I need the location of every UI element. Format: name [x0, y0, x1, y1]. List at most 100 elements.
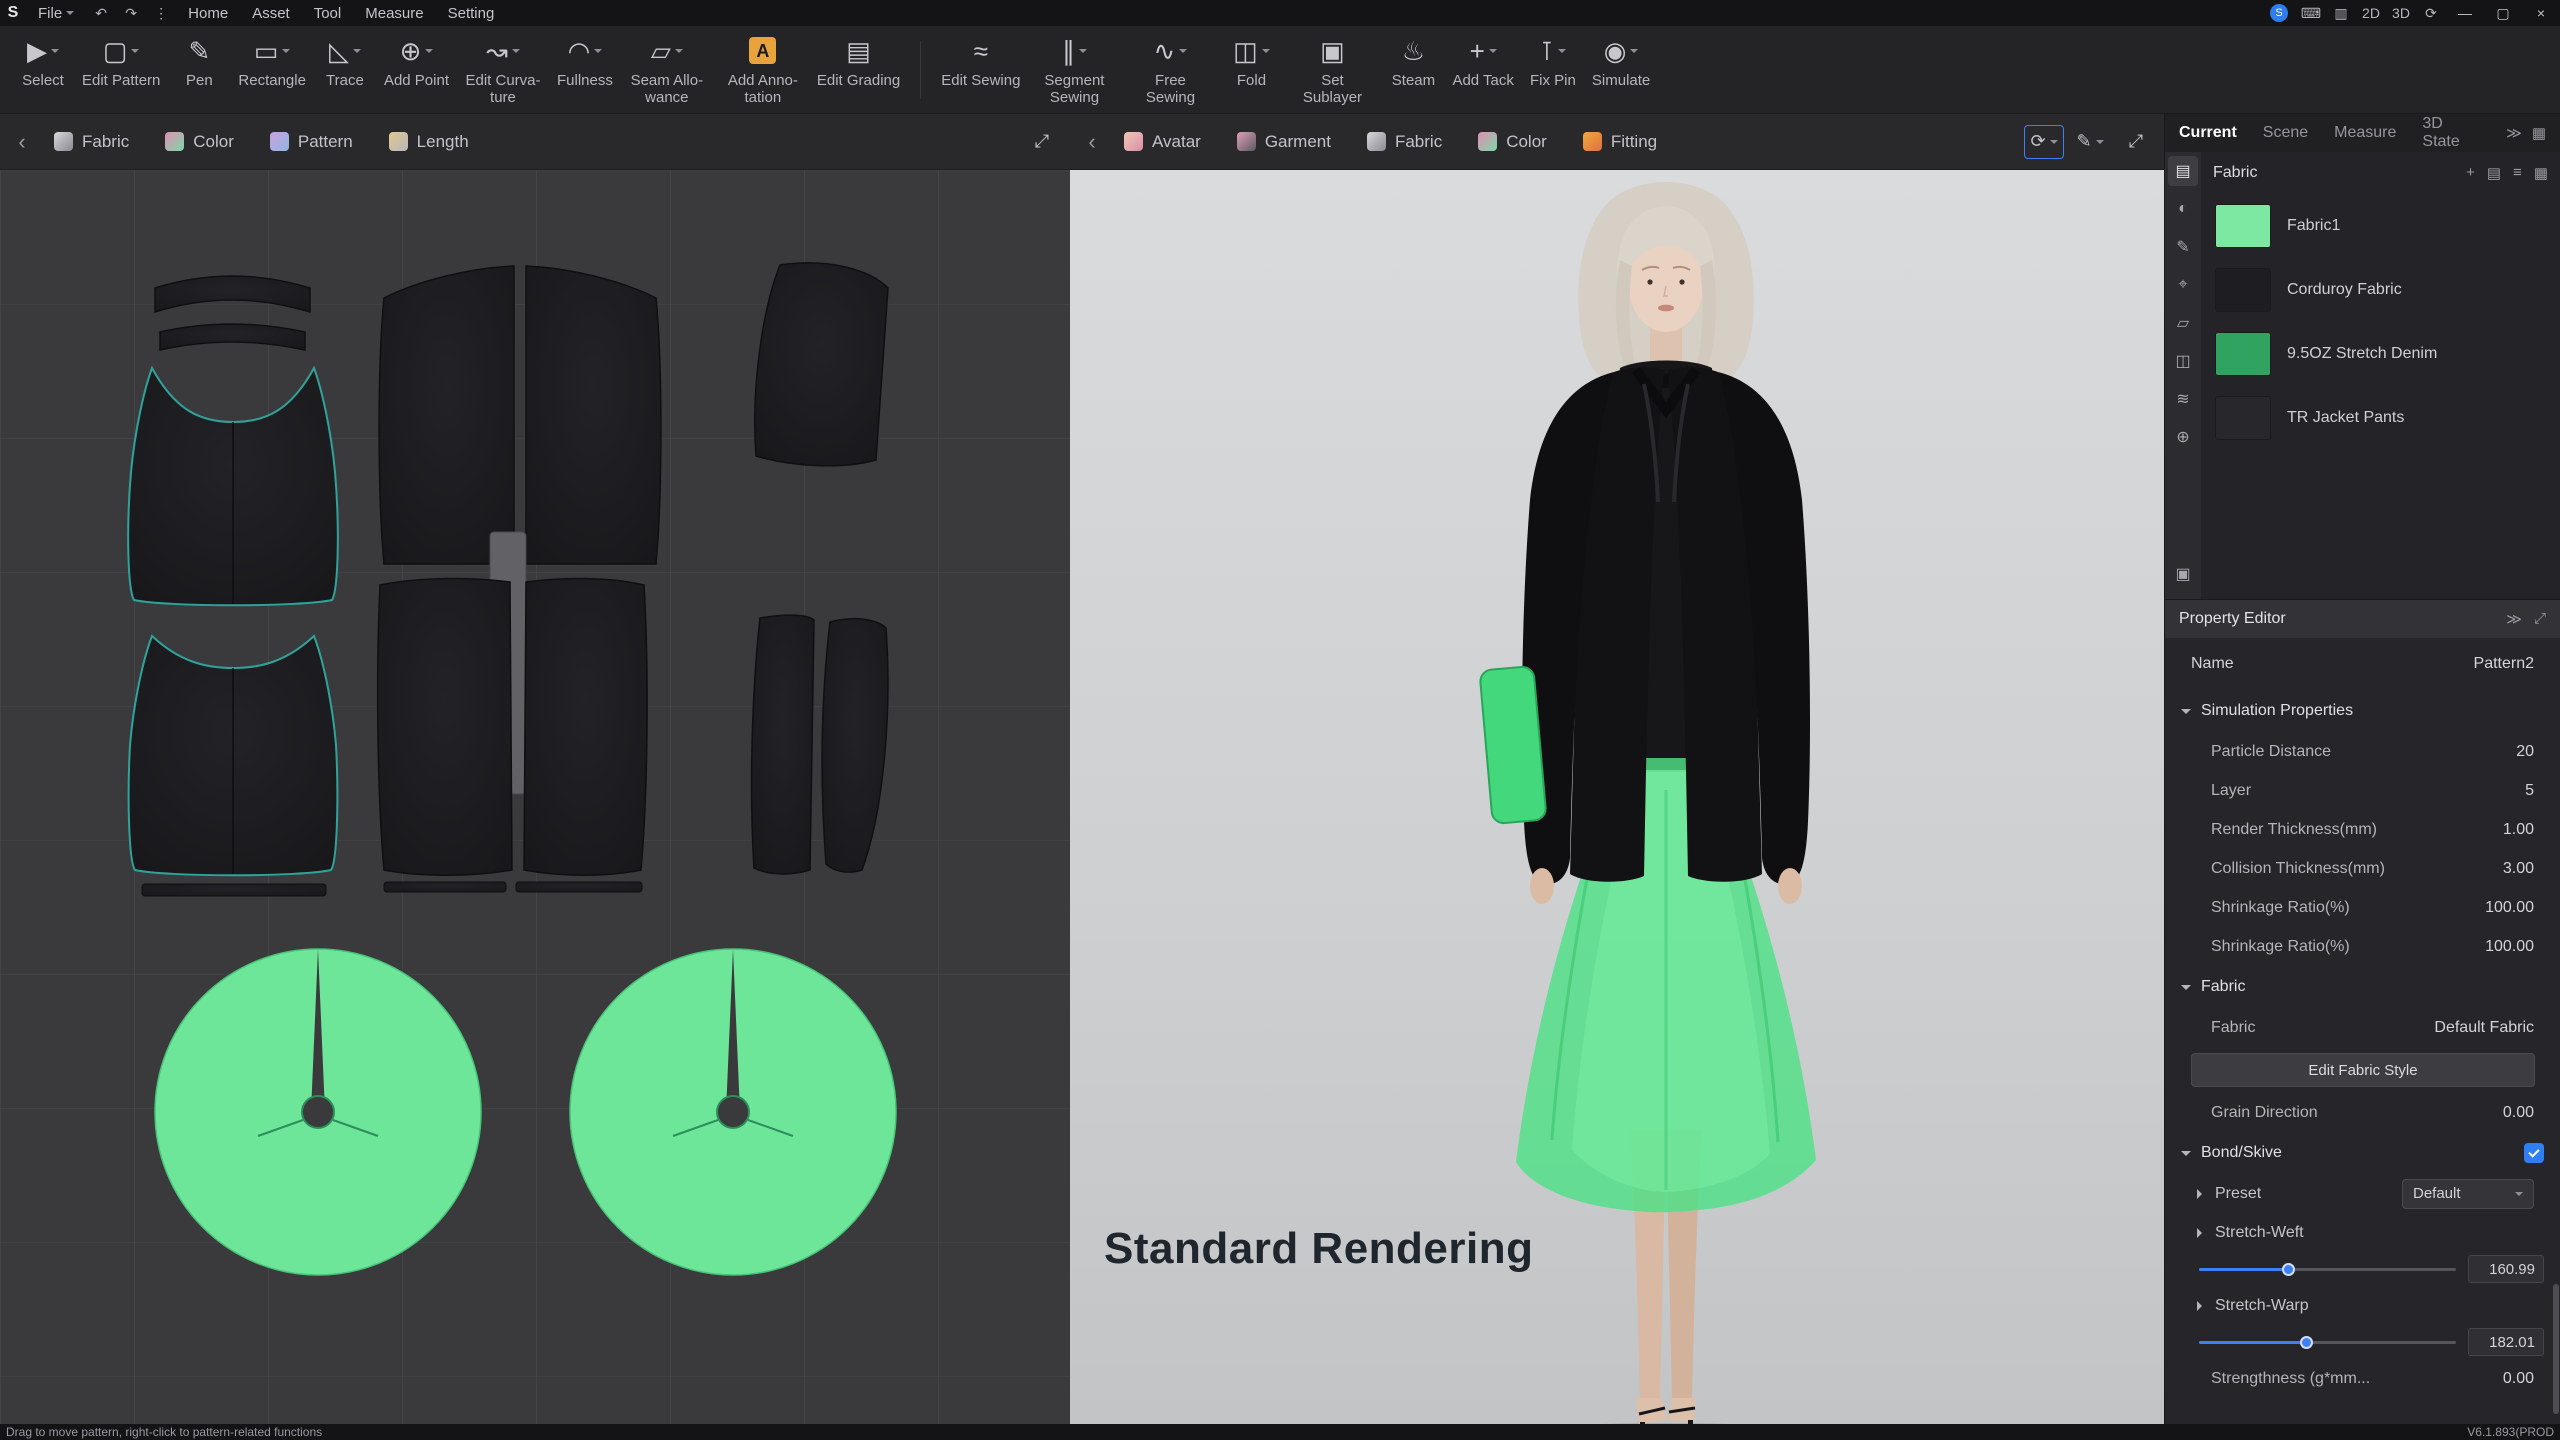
layer-category-icon[interactable]: ◫: [2168, 346, 2198, 376]
tab-2d-pattern[interactable]: Pattern: [252, 114, 371, 170]
garment-3d-canvas[interactable]: Standard Rendering: [1070, 170, 2164, 1424]
prop-strengthness[interactable]: Strengthness (g*mm... 0.00: [2165, 1359, 2560, 1398]
pattern-piece-circle-skirt-2[interactable]: [569, 948, 897, 1276]
edit-fabric-style-button[interactable]: Edit Fabric Style: [2191, 1053, 2535, 1087]
toolbar-fix-pin[interactable]: ⊺ Fix Pin: [1520, 30, 1586, 110]
view-detail-icon[interactable]: ≡: [2513, 164, 2522, 182]
stretch-warp-slider[interactable]: [2199, 1335, 2456, 1349]
toolbar-trace[interactable]: ◺ Trace: [312, 30, 378, 110]
toolbar-edit-sewing[interactable]: ≈ Edit Sewing: [935, 30, 1026, 110]
view-3d-button[interactable]: 3D: [2386, 5, 2416, 21]
minimize-button[interactable]: —: [2446, 0, 2484, 26]
redo-icon[interactable]: ↷: [116, 5, 146, 22]
toolbar-set-sublayer[interactable]: ▣ Set Sublayer: [1284, 30, 1380, 110]
stretch-weft-slider[interactable]: [2199, 1262, 2456, 1276]
tab-3d-fitting[interactable]: Fitting: [1565, 114, 1675, 170]
steam-category-icon[interactable]: ≋: [2168, 384, 2198, 414]
toolbar-fold[interactable]: ◫ Fold: [1218, 30, 1284, 110]
toolbar-pen[interactable]: ✎ Pen: [166, 30, 232, 110]
layout-panels-icon[interactable]: ▥: [2326, 5, 2356, 22]
toolbar-free-sewing[interactable]: ∿ Free Sewing: [1122, 30, 1218, 110]
tab-3d-garment[interactable]: Garment: [1219, 114, 1349, 170]
menu-file[interactable]: File: [26, 0, 86, 26]
tab-2d-length[interactable]: Length: [371, 114, 487, 170]
prop-particle-distance[interactable]: Particle Distance 20: [2165, 732, 2560, 771]
add-fabric-icon[interactable]: +: [2466, 164, 2475, 182]
prop-collision-thickness[interactable]: Collision Thickness(mm) 3.00: [2165, 849, 2560, 888]
toolbar-add-tack[interactable]: + Add Tack: [1446, 30, 1519, 110]
fabric-item-tr-jacket-pants[interactable]: TR Jacket Pants: [2201, 386, 2560, 450]
menu-tool[interactable]: Tool: [302, 0, 354, 26]
pattern-2d-canvas[interactable]: [0, 170, 1070, 1424]
pattern-piece-vest-back[interactable]: [127, 634, 339, 897]
fabric-item-stretch-denim[interactable]: 9.5OZ Stretch Denim: [2201, 322, 2560, 386]
tab-2d-fabric[interactable]: Fabric: [36, 114, 147, 170]
fabric-item-corduroy[interactable]: Corduroy Fabric: [2201, 258, 2560, 322]
view-2d-button[interactable]: 2D: [2356, 5, 2386, 21]
menu-asset[interactable]: Asset: [240, 0, 302, 26]
prop-render-thickness[interactable]: Render Thickness(mm) 1.00: [2165, 810, 2560, 849]
toolbar-edit-grading[interactable]: ▤ Edit Grading: [811, 30, 906, 110]
section-simulation-properties[interactable]: Simulation Properties: [2165, 690, 2560, 732]
pattern-piece-vest-front[interactable]: [127, 365, 339, 607]
toolbar-simulate[interactable]: ◉ Simulate: [1586, 30, 1656, 110]
stretch-warp-value[interactable]: 182.01: [2468, 1328, 2544, 1356]
toolbar-rectangle[interactable]: ▭ Rectangle: [232, 30, 312, 110]
pin-category-icon[interactable]: ⌖: [2168, 270, 2198, 300]
toolbar-select[interactable]: ▶ Select: [10, 30, 76, 110]
reset-layout-icon[interactable]: ⟳: [2416, 5, 2446, 22]
scrollbar[interactable]: [2553, 1284, 2559, 1414]
pattern-piece-circle-skirt-1[interactable]: [154, 948, 482, 1276]
color-category-icon[interactable]: ◐: [2168, 194, 2198, 224]
prop-shrinkage-ratio-warp[interactable]: Shrinkage Ratio(%) 100.00: [2165, 927, 2560, 966]
stretch-weft-value[interactable]: 160.99: [2468, 1255, 2544, 1283]
slider-thumb[interactable]: [2281, 1263, 2295, 1276]
toolbar-add-annotation[interactable]: A Add Anno-tation: [715, 30, 811, 110]
menu-measure[interactable]: Measure: [353, 0, 435, 26]
section-bond-skive[interactable]: Bond/Skive: [2165, 1132, 2560, 1174]
section-fabric[interactable]: Fabric: [2165, 966, 2560, 1008]
expand-panel-icon[interactable]: ⤢: [2534, 610, 2546, 628]
expand-3d-panel-icon[interactable]: ⤢: [2116, 125, 2156, 159]
toolbar-edit-pattern[interactable]: ▢ Edit Pattern: [76, 30, 166, 110]
menu-setting[interactable]: Setting: [436, 0, 507, 26]
stitch-category-icon[interactable]: ✎: [2168, 232, 2198, 262]
prop-layer[interactable]: Layer 5: [2165, 771, 2560, 810]
tab-measure[interactable]: Measure: [2334, 124, 2396, 142]
prop-grain-direction[interactable]: Grain Direction 0.00: [2165, 1093, 2560, 1132]
expand-2d-panel-icon[interactable]: ⤢: [1022, 125, 1062, 159]
account-icon[interactable]: S: [2270, 4, 2288, 22]
prop-shrinkage-ratio-weft[interactable]: Shrinkage Ratio(%) 100.00: [2165, 888, 2560, 927]
toolbar-add-point[interactable]: ⊕ Add Point: [378, 30, 455, 110]
pattern-piece-collar[interactable]: [154, 275, 311, 351]
tab-3d-color[interactable]: Color: [1460, 114, 1565, 170]
keyboard-shortcuts-icon[interactable]: ⌨: [2296, 5, 2326, 22]
maximize-button[interactable]: ▢: [2484, 0, 2522, 26]
tab-3d-avatar[interactable]: Avatar: [1106, 114, 1219, 170]
preset-select[interactable]: Default: [2402, 1178, 2534, 1209]
tab-2d-color[interactable]: Color: [147, 114, 252, 170]
more-actions-icon[interactable]: ⋮: [146, 5, 176, 22]
fabric-item-fabric1[interactable]: Fabric1: [2201, 194, 2560, 258]
toolbar-steam[interactable]: ♨ Steam: [1380, 30, 1446, 110]
view-grid-icon[interactable]: ▦: [2534, 164, 2548, 182]
toolbar-fullness[interactable]: ◠ Fullness: [551, 30, 619, 110]
pattern-piece-jacket-back[interactable]: [378, 265, 662, 565]
collapse-tabs-icon[interactable]: ‹: [8, 124, 36, 160]
tab-3d-state[interactable]: 3D State: [2422, 115, 2480, 151]
slider-thumb[interactable]: [2299, 1336, 2313, 1349]
panel-grid-icon[interactable]: ▦: [2532, 124, 2546, 142]
tab-current[interactable]: Current: [2179, 124, 2237, 142]
tab-scene[interactable]: Scene: [2263, 124, 2308, 142]
view-list-icon[interactable]: ▤: [2487, 164, 2501, 182]
toolbar-segment-sewing[interactable]: ∥ Segment Sewing: [1026, 30, 1122, 110]
menu-home[interactable]: Home: [176, 0, 240, 26]
more-tabs-icon[interactable]: ≫: [2506, 124, 2522, 142]
tab-3d-fabric[interactable]: Fabric: [1349, 114, 1460, 170]
name-value[interactable]: Pattern2: [2474, 655, 2534, 673]
bond-category-icon[interactable]: ⊕: [2168, 422, 2198, 452]
render-mode-button[interactable]: ⟳: [2024, 124, 2064, 159]
prop-fabric[interactable]: Fabric Default Fabric: [2165, 1008, 2560, 1047]
cube-3d-icon[interactable]: ▣: [2168, 559, 2198, 589]
close-button[interactable]: ×: [2522, 0, 2560, 26]
